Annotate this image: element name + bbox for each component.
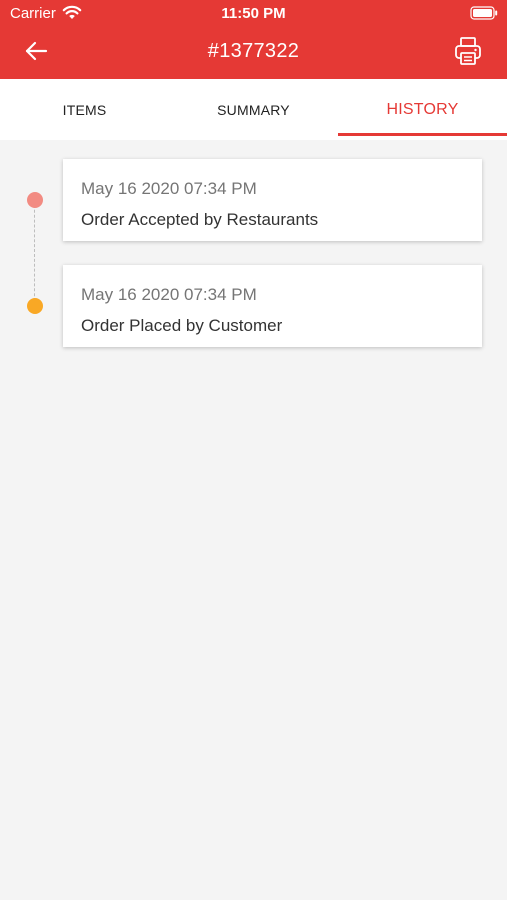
print-button[interactable] — [451, 36, 485, 70]
status-time: 11:50 PM — [221, 5, 286, 22]
history-date: May 16 2020 07:34 PM — [81, 285, 257, 304]
timeline-dot-placed — [27, 298, 43, 314]
history-event: Order Accepted by Restaurants — [81, 210, 319, 229]
order-number-title: #1377322 — [207, 40, 300, 62]
tab-history[interactable]: HISTORY — [338, 79, 507, 140]
printer-icon — [454, 36, 482, 71]
tab-items[interactable]: ITEMS — [0, 79, 169, 140]
timeline-connector — [34, 200, 35, 306]
history-date: May 16 2020 07:34 PM — [81, 179, 257, 198]
tab-summary[interactable]: SUMMARY — [169, 79, 338, 140]
active-tab-indicator — [338, 133, 507, 136]
battery-icon — [470, 6, 498, 20]
status-bar: Carrier 11:50 PM — [0, 0, 507, 28]
timeline-dot-accepted — [27, 192, 43, 208]
history-card: May 16 2020 07:34 PM Order Placed by Cus… — [63, 265, 482, 347]
history-card: May 16 2020 07:34 PM Order Accepted by R… — [63, 159, 482, 241]
history-event: Order Placed by Customer — [81, 316, 283, 335]
nav-bar: #1377322 — [0, 28, 507, 79]
tab-bar: ITEMS SUMMARY HISTORY — [0, 79, 507, 140]
